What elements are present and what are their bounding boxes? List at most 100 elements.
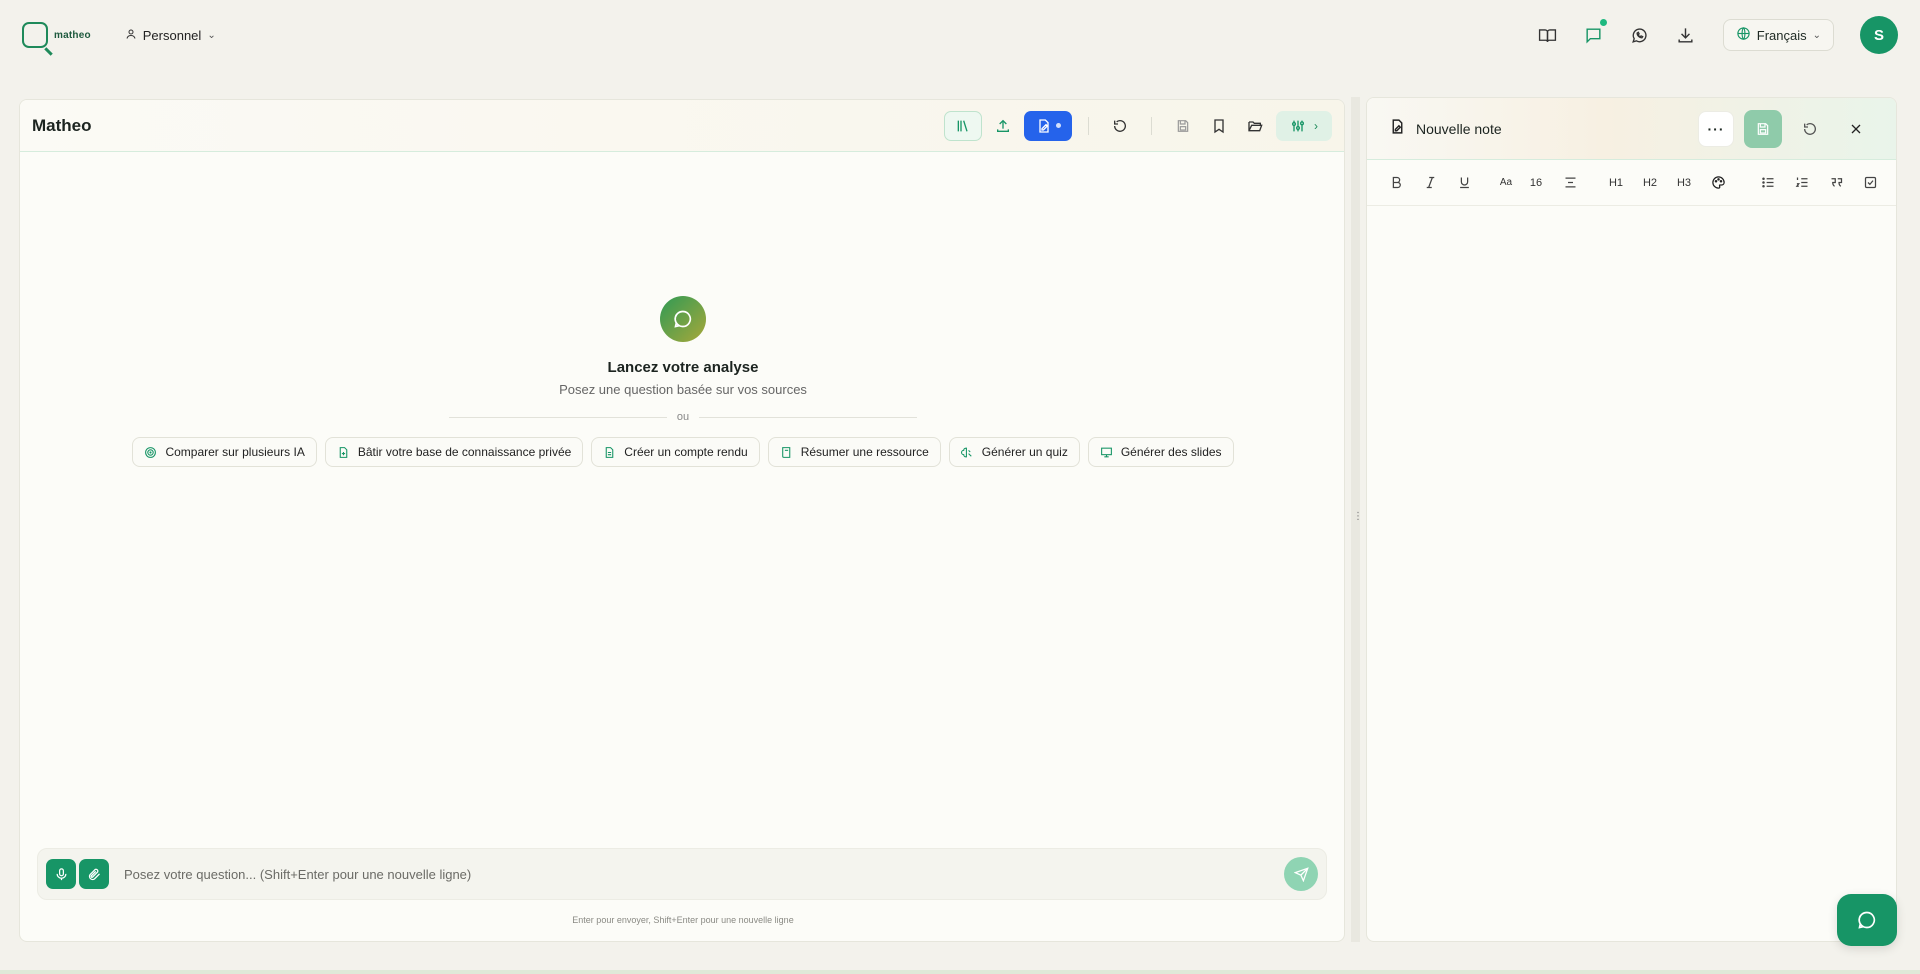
suggestion-label: Générer un quiz [981, 445, 1068, 459]
empty-state-title: Lancez votre analyse [607, 359, 759, 376]
note-title: Nouvelle note [1416, 120, 1502, 137]
chat-panel: Matheo › Lancez votre analyse Posez une … [19, 99, 1345, 942]
bold-icon [1392, 176, 1401, 189]
upload-button[interactable] [988, 111, 1018, 141]
font-size-field[interactable]: 16 [1521, 168, 1551, 198]
heading-2-button[interactable]: H2 [1635, 168, 1665, 198]
toolbar-separator [1151, 116, 1152, 135]
top-bar: matheo Personnel ⌄ Français ⌄ S [0, 0, 1920, 70]
chevron-down-icon: ⌄ [1812, 29, 1821, 41]
heading-1-button[interactable]: H1 [1601, 168, 1631, 198]
folder-open-icon[interactable] [1240, 111, 1270, 141]
language-selector[interactable]: Français ⌄ [1722, 19, 1834, 51]
send-icon [1293, 866, 1309, 882]
bookmark-icon[interactable] [1204, 111, 1234, 141]
close-note-button[interactable] [1838, 111, 1874, 147]
settings-toggle-button[interactable]: › [1276, 110, 1332, 141]
globe-icon [1736, 26, 1751, 44]
microphone-button[interactable] [46, 859, 76, 889]
active-dot [1055, 123, 1061, 128]
workspace-label: Personnel [142, 27, 202, 43]
or-label: ou [676, 411, 690, 423]
workspace-selector[interactable]: Personnel ⌄ [125, 28, 216, 43]
quote-icon [1831, 178, 1842, 187]
book-icon [781, 446, 790, 458]
note-edit-icon [1389, 118, 1406, 140]
document-icon [606, 446, 614, 458]
save-note-button[interactable] [1744, 109, 1782, 148]
bold-button[interactable] [1381, 168, 1411, 198]
empty-state-subtitle: Posez une question basée sur vos sources [559, 382, 807, 397]
suggestion-compare-ai[interactable]: Comparer sur plusieurs IA [132, 437, 317, 467]
chat-bubble-icon [660, 296, 706, 342]
attach-button[interactable] [79, 859, 109, 889]
checklist-button[interactable] [1855, 168, 1885, 198]
chat-header: Matheo › [20, 100, 1344, 152]
suggestion-label: Générer des slides [1120, 445, 1222, 459]
chat-toolbar: › [944, 110, 1332, 141]
suggestion-report[interactable]: Créer un compte rendu [591, 437, 760, 467]
text-color-button[interactable] [1703, 168, 1733, 198]
logo-mark-icon [22, 22, 48, 48]
suggestion-quiz[interactable]: Générer un quiz [948, 437, 1080, 467]
target-icon [145, 446, 157, 458]
quote-button[interactable] [1821, 168, 1851, 198]
user-avatar[interactable]: S [1860, 16, 1898, 54]
send-button[interactable] [1284, 857, 1318, 891]
question-input[interactable] [124, 866, 1284, 882]
suggestion-slides[interactable]: Générer des slides [1087, 437, 1234, 467]
history-icon [1804, 122, 1816, 135]
suggestion-label: Résumer une ressource [800, 445, 929, 459]
more-options-button[interactable]: ··· [1698, 110, 1734, 147]
composer-hint: Enter pour envoyer, Shift+Enter pour une… [572, 915, 794, 925]
note-panel: Nouvelle note ··· Aa 16 H1 H2 H3 [1366, 97, 1897, 942]
bullet-list-button[interactable] [1753, 168, 1783, 198]
close-icon [1851, 124, 1861, 133]
floating-chat-button[interactable] [1837, 894, 1897, 946]
toolbar-separator [1088, 116, 1089, 135]
underline-button[interactable] [1449, 168, 1479, 198]
note-header: Nouvelle note ··· [1367, 98, 1896, 160]
book-open-icon[interactable] [1533, 20, 1563, 50]
download-icon[interactable] [1671, 20, 1701, 50]
panel-resize-handle[interactable]: ⋮ [1351, 97, 1363, 942]
heading-3-button[interactable]: H3 [1669, 168, 1699, 198]
suggestion-chips: Comparer sur plusieurs IA Bâtir votre ba… [20, 437, 1344, 467]
checkbox-icon [1864, 176, 1876, 189]
align-button[interactable] [1555, 168, 1585, 198]
underline-icon [1459, 177, 1469, 189]
paperclip-icon [88, 868, 100, 880]
formatting-toolbar: Aa 16 H1 H2 H3 [1367, 160, 1896, 206]
library-button[interactable] [944, 110, 982, 141]
notification-dot [1599, 19, 1607, 26]
suggestion-summarize[interactable]: Résumer une ressource [767, 437, 941, 467]
document-edit-button[interactable] [1024, 110, 1072, 141]
save-icon[interactable] [1168, 111, 1198, 141]
language-label: Français [1756, 27, 1807, 43]
bullet-list-icon [1761, 177, 1773, 188]
app-logo[interactable]: matheo [22, 22, 91, 48]
numbered-list-button[interactable] [1787, 168, 1817, 198]
align-center-icon [1565, 177, 1575, 188]
refresh-button[interactable] [1105, 111, 1135, 141]
messages-icon[interactable] [1579, 19, 1609, 50]
palette-icon [1711, 176, 1725, 189]
suggestion-label: Comparer sur plusieurs IA [165, 445, 305, 459]
empty-state: Lancez votre analyse Posez une question … [20, 296, 1344, 467]
bottom-border [0, 970, 1920, 974]
suggestion-knowledge-base[interactable]: Bâtir votre base de connaissance privée [324, 437, 584, 467]
whatsapp-icon[interactable] [1625, 20, 1655, 50]
font-family-button[interactable]: Aa [1491, 168, 1521, 198]
italic-button[interactable] [1415, 168, 1445, 198]
or-divider: ou [449, 411, 917, 423]
chat-title: Matheo [32, 115, 92, 135]
chat-bubble-icon [1858, 911, 1876, 929]
user-icon [125, 28, 137, 43]
note-editor[interactable] [1367, 206, 1896, 941]
chevron-down-icon: ⌄ [207, 29, 216, 41]
brain-icon [960, 447, 972, 457]
font-case-icon: Aa [1499, 177, 1513, 188]
suggestion-label: Créer un compte rendu [624, 445, 748, 459]
history-button[interactable] [1792, 111, 1828, 147]
logo-text: matheo [54, 29, 91, 41]
